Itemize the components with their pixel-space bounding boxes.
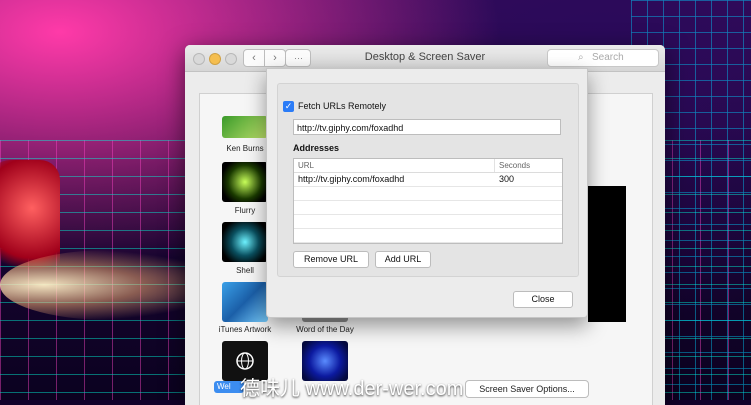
ken-burns-thumbnail[interactable] xyxy=(222,116,268,138)
checkmark-icon: ✓ xyxy=(284,101,293,111)
fetch-urls-checkbox[interactable]: ✓ xyxy=(283,101,294,112)
column-header-seconds[interactable]: Seconds xyxy=(499,161,530,170)
watermark: 德味儿 www.der-wer.com xyxy=(240,378,464,400)
fetch-urls-label: Fetch URLs Remotely xyxy=(298,101,387,111)
remove-url-button[interactable]: Remove URL xyxy=(293,251,369,268)
addresses-table: URL Seconds http://tv.giphy.com/foxadhd … xyxy=(293,158,563,244)
table-row[interactable]: http://tv.giphy.com/foxadhd 300 xyxy=(294,173,562,187)
search-icon: ⌕ xyxy=(578,52,584,63)
flurry-thumbnail[interactable] xyxy=(222,162,268,202)
table-row-empty[interactable] xyxy=(294,215,562,229)
search-field[interactable]: ⌕ Search xyxy=(547,49,659,67)
row-seconds: 300 xyxy=(499,174,515,184)
table-header: URL Seconds xyxy=(294,159,562,173)
column-separator xyxy=(494,159,495,172)
search-placeholder: Search xyxy=(592,52,624,63)
column-header-url[interactable]: URL xyxy=(298,161,314,170)
screensaver-label-word-of-the-day: Word of the Day xyxy=(296,325,354,334)
table-row-empty[interactable] xyxy=(294,187,562,201)
table-row-empty[interactable] xyxy=(294,201,562,215)
screen-saver-preview xyxy=(588,186,626,322)
fetch-url-field[interactable]: http://tv.giphy.com/foxadhd xyxy=(293,119,561,135)
screensaver-label-itunes-artwork: iTunes Artwork xyxy=(218,325,272,334)
shell-thumbnail[interactable] xyxy=(222,222,268,262)
screen-saver-options-button[interactable]: Screen Saver Options... xyxy=(465,380,589,398)
options-sheet: ✓ Fetch URLs Remotely http://tv.giphy.co… xyxy=(266,68,588,318)
addresses-heading: Addresses xyxy=(293,143,340,153)
itunes-artwork-thumbnail[interactable] xyxy=(222,282,268,322)
row-url: http://tv.giphy.com/foxadhd xyxy=(298,174,405,184)
table-row-empty[interactable] xyxy=(294,229,562,243)
close-button[interactable]: Close xyxy=(513,291,573,308)
add-url-button[interactable]: Add URL xyxy=(375,251,431,268)
